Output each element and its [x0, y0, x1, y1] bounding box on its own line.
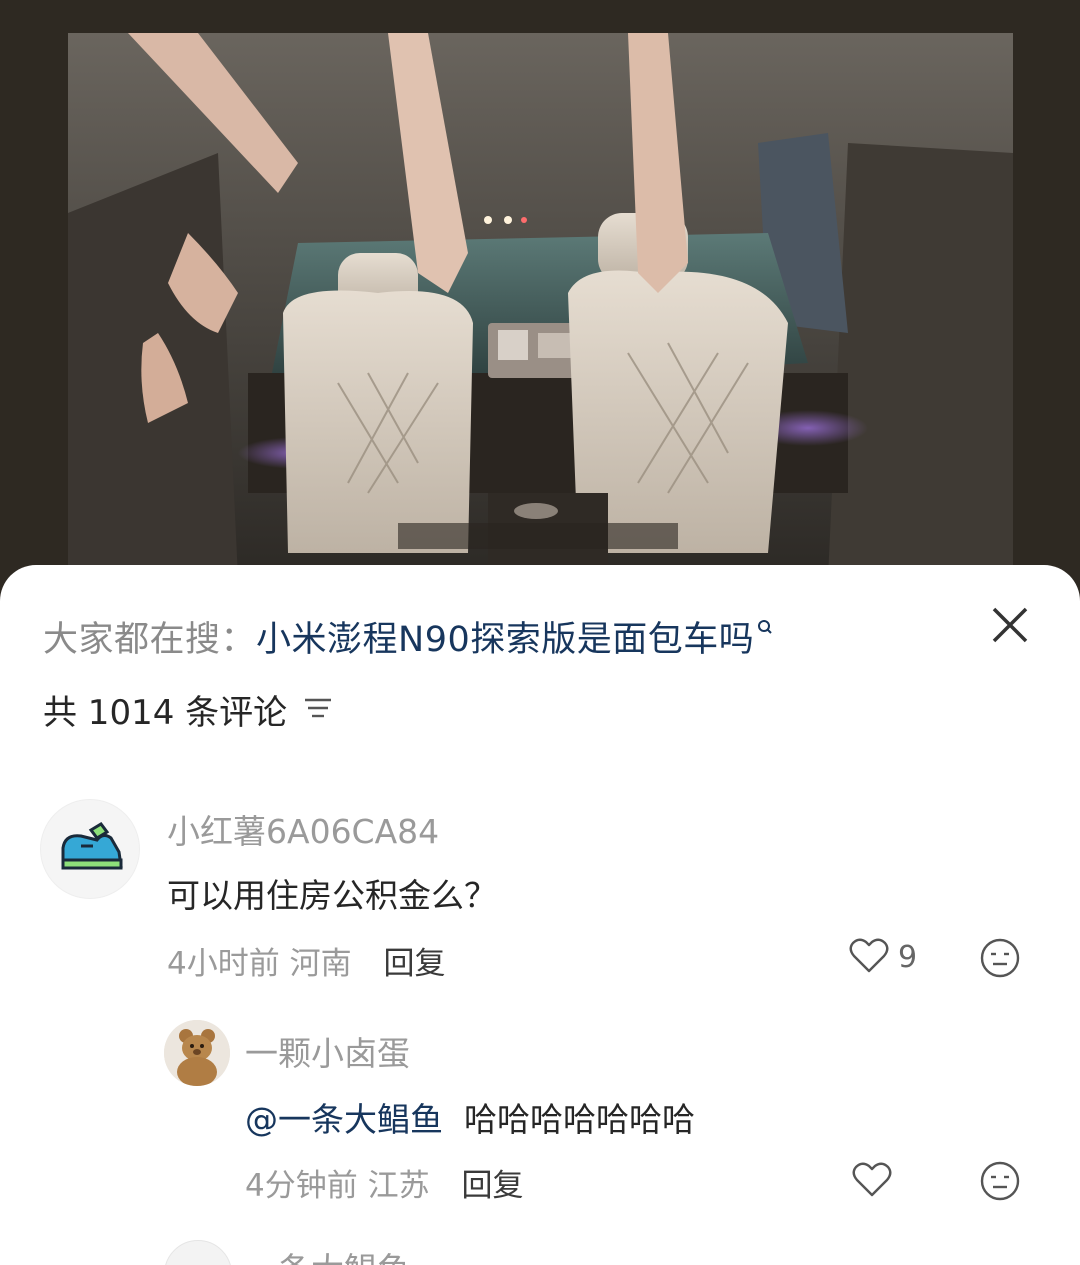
mention-link[interactable]: @一条大鲳鱼: [245, 1100, 443, 1139]
avatar[interactable]: [164, 1020, 230, 1086]
avatar[interactable]: [40, 799, 140, 899]
comment-text: 可以用住房公积金么？: [167, 876, 497, 915]
comment-location: 河南: [289, 946, 352, 982]
comment-count: 共 1014 条评论: [43, 693, 288, 733]
reply-text: @一条大鲳鱼 哈哈哈哈哈哈哈: [245, 1093, 695, 1141]
like-button[interactable]: 9: [848, 935, 917, 979]
comment-time: 4小时前: [167, 946, 280, 982]
reply-time: 4分钟前: [245, 1168, 358, 1204]
like-count: 9: [898, 939, 918, 975]
reply-meta: 4分钟前 江苏 回复: [245, 1160, 523, 1205]
reply-location: 江苏: [367, 1168, 430, 1204]
search-suggestion-query[interactable]: 小米澎程N90探索版是面包车吗: [256, 620, 754, 660]
close-icon[interactable]: [986, 601, 1034, 649]
teddy-bear-icon: [164, 1020, 230, 1086]
search-icon: [756, 609, 774, 649]
comment-username[interactable]: 小红薯6A06CA84: [167, 805, 439, 853]
emoji-icon[interactable]: [979, 937, 1021, 983]
search-suggestion[interactable]: 大家都在搜：小米澎程N90探索版是面包车吗: [43, 611, 774, 662]
reply-button[interactable]: 回复: [383, 946, 445, 982]
heart-icon: [848, 935, 890, 979]
avatar[interactable]: [164, 1240, 232, 1265]
reply-username[interactable]: 一条大鲳鱼: [245, 1243, 410, 1265]
comment-count-row: 共 1014 条评论: [43, 685, 333, 734]
comment-meta: 4小时前 河南 回复: [167, 938, 445, 983]
video-still-image: [68, 33, 1013, 578]
reply-content: 哈哈哈哈哈哈哈: [463, 1100, 695, 1139]
sort-icon[interactable]: [303, 690, 333, 730]
video-frame[interactable]: [68, 33, 1013, 578]
search-suggestion-prefix: 大家都在搜：: [43, 620, 257, 660]
reply-username[interactable]: 一颗小卤蛋: [245, 1027, 410, 1075]
sneaker-icon: [61, 822, 123, 870]
comment-sheet: 大家都在搜：小米澎程N90探索版是面包车吗 共 1014 条评论 小红薯6A06…: [0, 565, 1080, 1265]
video-player[interactable]: [0, 0, 1080, 600]
heart-icon: [851, 1159, 893, 1203]
emoji-icon[interactable]: [979, 1160, 1021, 1206]
like-button[interactable]: [851, 1159, 893, 1203]
reply-button[interactable]: 回复: [461, 1168, 523, 1204]
